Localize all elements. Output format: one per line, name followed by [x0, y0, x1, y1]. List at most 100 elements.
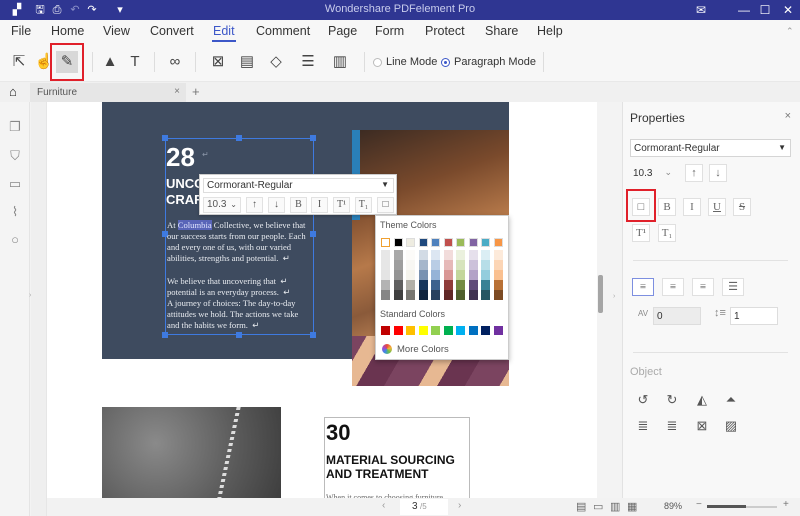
select-icon[interactable]: ⇱: [8, 51, 30, 73]
search-icon[interactable]: ○: [7, 232, 23, 248]
theme-color-shade[interactable]: [443, 280, 453, 290]
link-icon[interactable]: ∞: [164, 51, 186, 73]
close-icon[interactable]: ×: [785, 110, 791, 122]
resize-handle[interactable]: [236, 135, 242, 141]
crop-object-icon[interactable]: ⊠: [693, 417, 711, 435]
standard-color-swatch[interactable]: [456, 326, 465, 335]
menu-edit[interactable]: Edit: [212, 24, 236, 42]
theme-color-shade[interactable]: [418, 290, 428, 300]
superscript-button[interactable]: T¹: [632, 224, 650, 242]
theme-color-shade[interactable]: [393, 260, 403, 270]
increase-size-button[interactable]: ↑: [246, 197, 263, 213]
flip-vertical-icon[interactable]: ⏶: [722, 391, 740, 409]
theme-color-shade[interactable]: [443, 270, 453, 280]
theme-color-shade[interactable]: [493, 250, 503, 260]
prev-page-button[interactable]: ‹: [382, 500, 385, 511]
theme-color-shade[interactable]: [468, 280, 478, 290]
zoom-slider[interactable]: [707, 505, 777, 508]
standard-color-swatch[interactable]: [493, 326, 503, 335]
theme-color-shade[interactable]: [418, 250, 428, 260]
theme-color-shade[interactable]: [493, 290, 503, 300]
theme-color-swatch[interactable]: [456, 238, 465, 247]
rotate-right-icon[interactable]: ↻: [663, 391, 681, 409]
font-family-select[interactable]: Cormorant-Regular ▼: [630, 139, 791, 157]
line-mode-radio[interactable]: [373, 58, 382, 67]
standard-color-swatch[interactable]: [443, 326, 453, 335]
bates-icon[interactable]: ▥: [329, 51, 351, 73]
theme-color-shade[interactable]: [431, 280, 440, 290]
menu-view[interactable]: View: [103, 24, 130, 38]
scrollbar-thumb[interactable]: [598, 275, 603, 313]
theme-color-shade[interactable]: [406, 260, 415, 270]
rotate-left-icon[interactable]: ↺: [634, 391, 652, 409]
theme-color-shade[interactable]: [393, 250, 403, 260]
theme-color-shade[interactable]: [406, 280, 415, 290]
decrease-size-button[interactable]: ↓: [268, 197, 285, 213]
header-footer-icon[interactable]: ☰: [297, 51, 319, 73]
superscript-button[interactable]: T¹: [333, 197, 350, 213]
theme-color-shade[interactable]: [481, 290, 490, 300]
resize-handle[interactable]: [310, 332, 316, 338]
theme-color-shade[interactable]: [468, 290, 478, 300]
mail-icon[interactable]: ✉: [693, 2, 709, 18]
menu-page[interactable]: Page: [328, 24, 357, 38]
theme-color-shade[interactable]: [381, 270, 390, 280]
paragraph-mode-label[interactable]: Paragraph Mode: [454, 56, 536, 68]
align-objects-icon[interactable]: ≣: [634, 417, 652, 435]
theme-color-shade[interactable]: [393, 280, 403, 290]
page-30-block[interactable]: 30 MATERIAL SOURCING AND TREATMENT When …: [324, 417, 470, 498]
theme-color-shade[interactable]: [381, 260, 390, 270]
theme-color-shade[interactable]: [406, 290, 415, 300]
justify-icon[interactable]: ☰: [722, 278, 744, 296]
page-number-28[interactable]: 28: [166, 142, 195, 173]
theme-color-shade[interactable]: [468, 260, 478, 270]
theme-color-shade[interactable]: [418, 270, 428, 280]
font-family-select[interactable]: Cormorant-Regular ▼: [203, 178, 394, 193]
page-number-30[interactable]: 30: [326, 420, 350, 446]
two-page-icon[interactable]: ▥: [610, 500, 620, 513]
thumbnails-icon[interactable]: ❐: [7, 119, 23, 135]
theme-color-shade[interactable]: [443, 250, 453, 260]
decrease-size-button[interactable]: ↓: [709, 164, 727, 182]
close-icon[interactable]: ✕: [780, 2, 796, 18]
zoom-in-button[interactable]: +: [783, 499, 789, 510]
menu-convert[interactable]: Convert: [150, 24, 194, 38]
theme-color-shade[interactable]: [481, 260, 490, 270]
standard-color-swatch[interactable]: [418, 326, 428, 335]
flip-horizontal-icon[interactable]: ◭: [693, 391, 711, 409]
home-icon[interactable]: ⌂: [9, 84, 17, 99]
theme-color-shade[interactable]: [456, 260, 465, 270]
paragraph-2[interactable]: We believe that uncovering that ↵ potent…: [167, 276, 298, 331]
two-page-continuous-icon[interactable]: ▦: [627, 500, 637, 513]
align-right-icon[interactable]: ≡: [692, 278, 714, 296]
theme-color-swatch[interactable]: [481, 238, 490, 247]
theme-color-shade[interactable]: [381, 280, 390, 290]
line-spacing-input[interactable]: 1: [730, 307, 778, 325]
menu-home[interactable]: Home: [51, 24, 84, 38]
single-page-icon[interactable]: ▤: [576, 500, 586, 513]
standard-color-swatch[interactable]: [381, 326, 390, 335]
new-tab-icon[interactable]: +: [192, 84, 200, 99]
theme-color-shade[interactable]: [393, 270, 403, 280]
theme-color-shade[interactable]: [468, 270, 478, 280]
theme-color-shade[interactable]: [456, 250, 465, 260]
continuous-page-icon[interactable]: ▭: [593, 500, 603, 513]
theme-color-swatch[interactable]: [418, 238, 428, 247]
theme-color-swatch[interactable]: [393, 238, 403, 247]
theme-color-shade[interactable]: [443, 290, 453, 300]
theme-color-shade[interactable]: [481, 270, 490, 280]
theme-color-shade[interactable]: [431, 290, 440, 300]
theme-color-swatch[interactable]: [381, 238, 390, 247]
theme-color-shade[interactable]: [443, 260, 453, 270]
theme-color-shade[interactable]: [493, 270, 503, 280]
theme-color-swatch[interactable]: [431, 238, 440, 247]
theme-color-shade[interactable]: [406, 250, 415, 260]
theme-color-swatch[interactable]: [443, 238, 453, 247]
maximize-icon[interactable]: ☐: [757, 2, 773, 18]
theme-color-shade[interactable]: [431, 250, 440, 260]
more-colors-link[interactable]: More Colors: [397, 344, 449, 355]
bookmark-icon[interactable]: ⛉: [7, 148, 23, 164]
replace-image-icon[interactable]: ▨: [722, 417, 740, 435]
highlighted-word[interactable]: Columbia: [177, 220, 212, 230]
next-page-button[interactable]: ›: [458, 500, 461, 511]
